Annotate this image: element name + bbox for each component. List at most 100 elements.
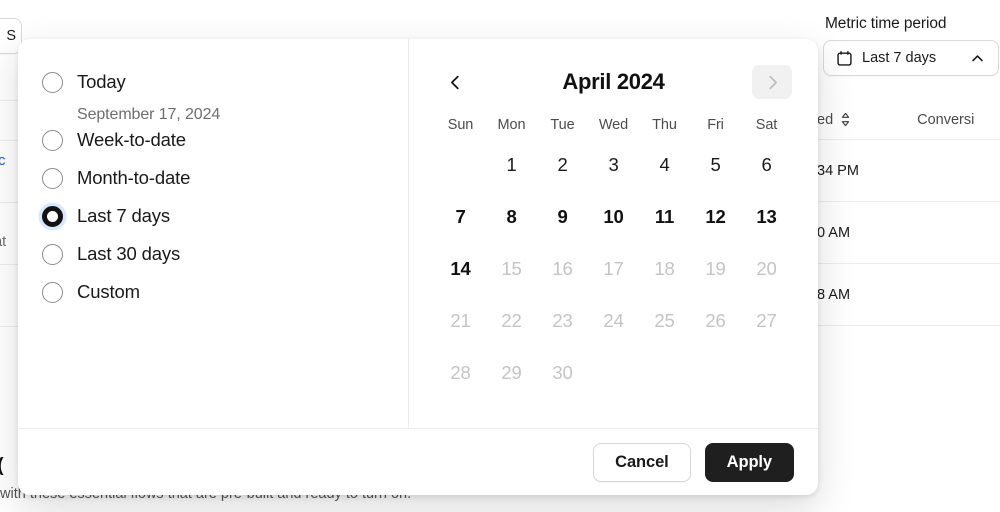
calendar-day-cell[interactable]: 1 — [486, 139, 537, 191]
calendar-day-cell: 21 — [450, 310, 471, 331]
preset-range-list: Today September 17, 2024 Week-to-date Mo… — [18, 39, 409, 428]
calendar-day-cell[interactable]: 6 — [741, 139, 792, 191]
date-range-button[interactable]: Last 7 days — [823, 40, 999, 76]
search-input-value: S — [6, 28, 16, 44]
calendar-day-cell: 20 — [756, 258, 777, 279]
calendar-header: April 2024 — [435, 61, 792, 103]
table-header-row: ed Conversi — [812, 100, 1000, 140]
calendar-week-row: 7 8 9 10 11 12 13 — [435, 191, 792, 243]
preset-option-custom[interactable]: Custom — [42, 279, 408, 317]
sort-arrows-icon[interactable] — [840, 112, 851, 127]
calendar-day-cell: 26 — [705, 310, 726, 331]
app-root: S anc eat Metric time period Last 7 days — [0, 0, 1000, 512]
calendar-day-cell: 28 — [450, 362, 471, 383]
weekday-label: Sat — [755, 117, 778, 133]
calendar-day-cell: 17 — [603, 258, 624, 279]
calendar-day-cell — [588, 347, 639, 399]
preset-option-last-30-days[interactable]: Last 30 days — [42, 241, 408, 279]
next-month-button[interactable] — [752, 65, 792, 99]
calendar-day-cell[interactable]: 7 — [435, 191, 486, 243]
table-row[interactable]: 0 AM — [812, 202, 1000, 264]
calendar-panel: April 2024 Sun Mon Tue Wed Thu Fri Sat 1… — [409, 39, 818, 428]
flow-name-text: eat — [0, 234, 7, 250]
table-cell-time: 34 PM — [817, 162, 859, 179]
calendar-day-cell[interactable]: 3 — [588, 139, 639, 191]
calendar-day-cell: 29 — [501, 362, 522, 383]
calendar-week-row: 1 2 3 4 5 6 — [435, 139, 792, 191]
weekday-label: Thu — [652, 117, 677, 133]
calendar-day-cell[interactable]: 5 — [690, 139, 741, 191]
calendar-day-cell — [435, 139, 486, 191]
preset-sub-today: September 17, 2024 — [77, 106, 221, 123]
calendar-day-cell: 25 — [654, 310, 675, 331]
calendar-week-row: 21 22 23 24 25 26 27 — [435, 295, 792, 347]
calendar-day-cell[interactable]: 9 — [537, 191, 588, 243]
calendar-day-cell: 19 — [705, 258, 726, 279]
apply-button[interactable]: Apply — [704, 442, 794, 482]
radio-last-30-days[interactable] — [42, 244, 63, 265]
calendar-week-row: 28 29 30 — [435, 347, 792, 399]
chevron-left-icon — [446, 73, 465, 92]
calendar-month-title: April 2024 — [562, 69, 665, 94]
calendar-grid: 1 2 3 4 5 6 7 8 9 10 11 12 13 14 15 16 1… — [435, 139, 792, 399]
table-header-updated[interactable]: ed — [817, 112, 851, 128]
section-heading: t ( — [0, 455, 4, 477]
radio-week-to-date[interactable] — [42, 130, 63, 151]
preset-label-last-7-days: Last 7 days — [77, 205, 170, 226]
table-cell-time: 8 AM — [817, 286, 851, 303]
date-picker-footer: Cancel Apply — [18, 428, 818, 495]
date-range-value: Last 7 days — [862, 50, 937, 66]
calendar-day-cell: 30 — [552, 362, 573, 383]
previous-month-button[interactable] — [435, 65, 475, 99]
table-row[interactable]: 8 AM — [812, 264, 1000, 326]
weekday-header-row: Sun Mon Tue Wed Thu Fri Sat — [435, 109, 792, 139]
calendar-week-row: 14 15 16 17 18 19 20 — [435, 243, 792, 295]
weekday-label: Tue — [550, 117, 575, 133]
radio-today[interactable] — [42, 72, 63, 93]
table-header-conversion-label: Conversi — [917, 111, 975, 128]
calendar-day-cell[interactable]: 10 — [588, 191, 639, 243]
calendar-day-cell: 24 — [603, 310, 624, 331]
calendar-day-cell[interactable]: 11 — [639, 191, 690, 243]
radio-month-to-date[interactable] — [42, 168, 63, 189]
calendar-day-cell: 27 — [756, 310, 777, 331]
weekday-label: Sun — [447, 117, 474, 133]
cancel-button[interactable]: Cancel — [593, 442, 691, 482]
preset-label-week-to-date: Week-to-date — [77, 129, 186, 150]
chevron-right-icon — [763, 73, 782, 92]
table-cell-time: 0 AM — [817, 224, 851, 241]
calendar-day-cell: 15 — [501, 258, 522, 279]
date-picker-popover: Today September 17, 2024 Week-to-date Mo… — [18, 39, 818, 495]
calendar-icon — [836, 50, 853, 67]
calendar-day-cell[interactable]: 2 — [537, 139, 588, 191]
flow-name-link[interactable]: anc — [0, 153, 5, 169]
calendar-day-cell[interactable]: 4 — [639, 139, 690, 191]
calendar-day-cell[interactable]: 8 — [486, 191, 537, 243]
preset-label-today: Today — [77, 71, 126, 92]
weekday-label: Fri — [707, 117, 724, 133]
calendar-day-cell — [639, 347, 690, 399]
calendar-day-cell: 22 — [501, 310, 522, 331]
metric-time-period-label: Metric time period — [825, 15, 947, 32]
preset-option-today[interactable]: Today — [42, 69, 408, 107]
calendar-day-cell: 23 — [552, 310, 573, 331]
calendar-day-cell — [690, 347, 741, 399]
preset-option-last-7-days[interactable]: Last 7 days — [42, 203, 408, 241]
table-header-updated-label: ed — [817, 111, 834, 128]
radio-last-7-days[interactable] — [42, 206, 63, 227]
table-row[interactable]: 34 PM — [812, 140, 1000, 202]
calendar-day-cell — [741, 347, 792, 399]
preset-label-last-30-days: Last 30 days — [77, 243, 181, 264]
preset-label-custom: Custom — [77, 281, 140, 302]
calendar-day-cell[interactable]: 13 — [741, 191, 792, 243]
preset-option-month-to-date[interactable]: Month-to-date — [42, 165, 408, 203]
calendar-day-cell: 16 — [552, 258, 573, 279]
preset-label-month-to-date: Month-to-date — [77, 167, 191, 188]
calendar-day-cell[interactable]: 14 — [435, 243, 486, 295]
preset-option-week-to-date[interactable]: Week-to-date — [42, 127, 408, 165]
calendar-day-cell: 18 — [654, 258, 675, 279]
radio-custom[interactable] — [42, 282, 63, 303]
calendar-day-cell[interactable]: 12 — [690, 191, 741, 243]
chevron-up-icon — [970, 51, 985, 66]
date-picker-body: Today September 17, 2024 Week-to-date Mo… — [18, 39, 818, 428]
